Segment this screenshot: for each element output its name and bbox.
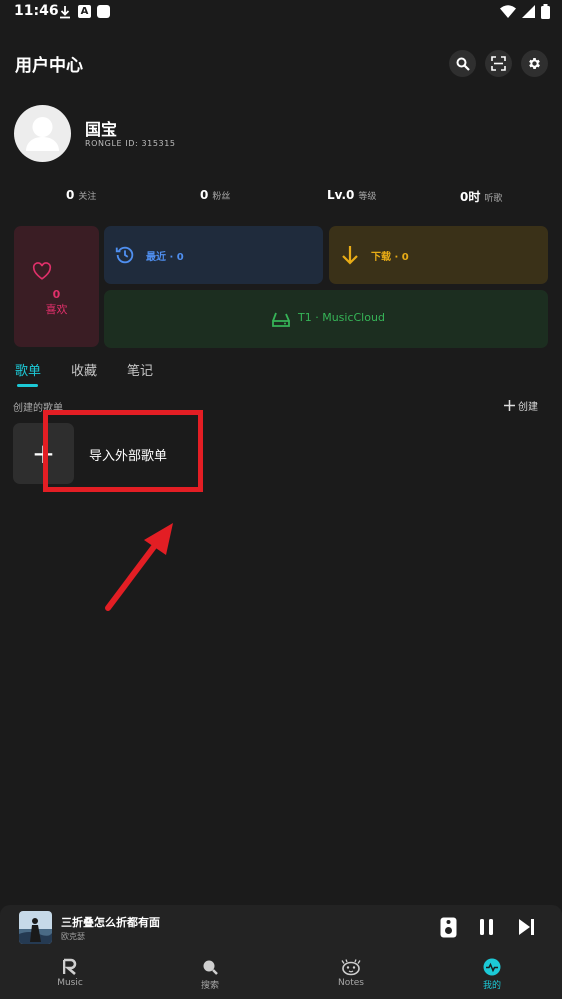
status-left-icons: A bbox=[58, 4, 110, 19]
gear-icon bbox=[529, 58, 540, 69]
recent-card[interactable] bbox=[104, 226, 323, 284]
signal-icon bbox=[522, 4, 535, 23]
stat-followers[interactable]: 0 粉丝 bbox=[200, 188, 230, 202]
annotation-arrow-icon bbox=[105, 523, 173, 611]
speaker-button[interactable] bbox=[440, 917, 457, 942]
pause-button[interactable] bbox=[478, 917, 495, 941]
stat-following[interactable]: 0 关注 bbox=[66, 188, 96, 202]
music-cloud-label: T1 · MusicCloud bbox=[298, 311, 385, 324]
now-playing-album-art[interactable] bbox=[19, 911, 52, 944]
nav-label: 搜索 bbox=[200, 981, 219, 991]
nav-music[interactable]: Music bbox=[30, 958, 110, 988]
status-bar: 11:46 A bbox=[0, 0, 562, 24]
user-name[interactable]: 国宝 bbox=[85, 116, 117, 140]
app-square-icon bbox=[97, 4, 110, 18]
nav-search[interactable]: 搜索 bbox=[170, 958, 250, 991]
tab-collections[interactable]: 收藏 bbox=[71, 360, 97, 379]
tab-playlists[interactable]: 歌单 bbox=[15, 360, 41, 379]
speaker-icon bbox=[440, 917, 457, 938]
liked-label: 喜欢 bbox=[45, 303, 68, 316]
scan-button[interactable] bbox=[485, 50, 512, 77]
stat-label: 听歌 bbox=[484, 194, 503, 204]
stat-label: 等级 bbox=[358, 192, 377, 202]
stat-value: 0 bbox=[200, 188, 209, 202]
download-card[interactable] bbox=[329, 226, 548, 284]
download-status-icon bbox=[58, 4, 72, 19]
annotation-highlight-box bbox=[43, 410, 203, 492]
search-button[interactable] bbox=[449, 50, 476, 77]
arrow-down-icon bbox=[342, 246, 358, 265]
notes-face-icon bbox=[341, 959, 361, 976]
nav-profile[interactable]: 我的 bbox=[452, 958, 532, 991]
skip-next-icon bbox=[519, 919, 534, 935]
avatar[interactable] bbox=[14, 105, 71, 162]
settings-button[interactable] bbox=[521, 50, 548, 77]
profile-pulse-icon bbox=[483, 958, 501, 976]
liked-count: 0 bbox=[52, 288, 61, 301]
search-icon bbox=[203, 960, 218, 975]
tab-notes[interactable]: 笔记 bbox=[127, 360, 153, 379]
nav-label: Notes bbox=[338, 978, 364, 988]
nav-label: Music bbox=[57, 978, 83, 988]
wifi-icon bbox=[500, 4, 516, 23]
app-notification-icon: A bbox=[78, 4, 91, 18]
status-time: 11:46 bbox=[14, 3, 59, 19]
now-playing-artist: 欧克瑟 bbox=[61, 932, 85, 941]
create-playlist-label: 创建 bbox=[518, 402, 538, 413]
tab-indicator bbox=[17, 384, 38, 387]
next-track-button[interactable] bbox=[518, 917, 536, 941]
stat-label: 关注 bbox=[78, 192, 97, 202]
create-playlist-button[interactable]: 创建 bbox=[504, 398, 538, 413]
liked-songs-card[interactable] bbox=[14, 226, 99, 347]
user-id: RONGLE ID: 315315 bbox=[85, 139, 176, 148]
stat-value: Lv.0 bbox=[327, 188, 355, 202]
stat-level[interactable]: Lv.0 等级 bbox=[327, 188, 376, 202]
status-right-icons bbox=[500, 4, 550, 23]
default-avatar-icon bbox=[26, 117, 59, 151]
music-r-icon bbox=[63, 958, 77, 975]
download-label: 下载 · 0 bbox=[371, 252, 409, 263]
page-title: 用户中心 bbox=[15, 56, 83, 76]
stat-value: 0时 bbox=[460, 190, 481, 204]
stat-listening-time[interactable]: 0时 听歌 bbox=[460, 188, 502, 205]
nav-label: 我的 bbox=[482, 981, 501, 991]
history-icon bbox=[115, 246, 134, 264]
search-icon bbox=[456, 57, 470, 71]
pause-icon bbox=[480, 919, 493, 935]
plus-icon bbox=[504, 400, 515, 411]
recent-label: 最近 · 0 bbox=[146, 252, 184, 263]
stat-label: 粉丝 bbox=[212, 192, 231, 202]
heart-icon bbox=[32, 262, 52, 280]
cloud-drive-icon bbox=[272, 312, 290, 327]
scan-icon bbox=[491, 56, 506, 71]
nav-notes[interactable]: Notes bbox=[311, 958, 391, 988]
now-playing-title[interactable]: 三折叠怎么折都有面 bbox=[61, 914, 160, 930]
battery-icon bbox=[541, 4, 550, 23]
stat-value: 0 bbox=[66, 188, 75, 202]
